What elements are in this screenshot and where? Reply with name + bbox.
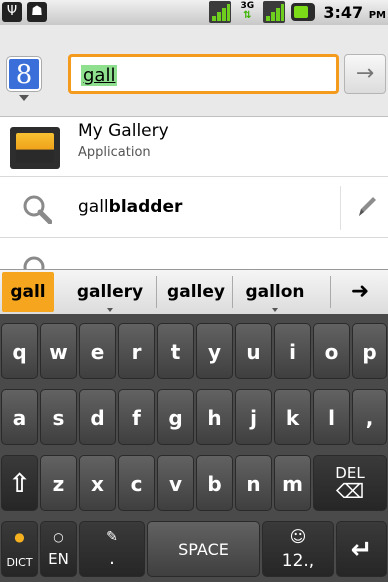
key-c[interactable]: c bbox=[118, 455, 155, 511]
enter-icon: ↵ bbox=[350, 535, 373, 565]
key-r[interactable]: r bbox=[118, 323, 155, 379]
candidate-gall[interactable]: gall bbox=[2, 272, 54, 312]
right-arrow-icon: ➜ bbox=[350, 279, 370, 304]
signal-icon bbox=[263, 1, 286, 23]
key-t[interactable]: t bbox=[157, 323, 194, 379]
magnifier-icon bbox=[23, 256, 45, 269]
key-n[interactable]: n bbox=[235, 455, 272, 511]
key-v[interactable]: v bbox=[157, 455, 194, 511]
key-b[interactable]: b bbox=[196, 455, 233, 511]
delete-key[interactable]: DEL ⌫ bbox=[313, 455, 387, 511]
dict-key[interactable]: ● DICT bbox=[1, 521, 38, 577]
search-input[interactable]: gall bbox=[68, 54, 339, 94]
status-bar: Ψ ☗ 3G ⇅ 3:47 PM bbox=[0, 0, 388, 25]
symbols-label: 12., bbox=[281, 551, 315, 571]
suggestion-app-my-gallery[interactable]: My Gallery Application bbox=[0, 117, 388, 177]
key-y[interactable]: y bbox=[196, 323, 233, 379]
signal-icon bbox=[209, 1, 232, 23]
shift-key[interactable]: ⇧ bbox=[1, 455, 38, 511]
divider bbox=[340, 186, 341, 230]
battery-icon bbox=[291, 3, 316, 21]
key-d[interactable]: d bbox=[79, 389, 116, 445]
gallery-app-icon bbox=[10, 127, 60, 169]
3g-data-icon: 3G ⇅ bbox=[240, 1, 255, 21]
go-button[interactable]: → bbox=[344, 54, 386, 94]
key-s[interactable]: s bbox=[40, 389, 77, 445]
settings-dot-icon: ○ bbox=[53, 530, 64, 544]
key-p[interactable]: p bbox=[352, 323, 387, 379]
google-search-engine-icon[interactable]: 8 bbox=[7, 57, 41, 91]
key-w[interactable]: w bbox=[40, 323, 77, 379]
candidate-galley[interactable]: galley bbox=[162, 272, 230, 312]
pencil-icon: ✎ bbox=[106, 529, 118, 545]
suggestion-query-partial[interactable] bbox=[0, 239, 388, 269]
suggestion-list: My Gallery Application gallbladder bbox=[0, 117, 388, 269]
key-g[interactable]: g bbox=[157, 389, 194, 445]
key-o[interactable]: o bbox=[313, 323, 350, 379]
chevron-down-icon[interactable] bbox=[19, 95, 29, 101]
usb-icon: Ψ bbox=[2, 2, 22, 22]
key-h[interactable]: h bbox=[196, 389, 233, 445]
key-m[interactable]: m bbox=[274, 455, 311, 511]
magnifier-icon bbox=[23, 195, 52, 224]
period-label: . bbox=[109, 548, 115, 569]
suggestion-subtitle: Application bbox=[78, 145, 151, 160]
key-j[interactable]: j bbox=[235, 389, 272, 445]
key-e[interactable]: e bbox=[79, 323, 116, 379]
language-key[interactable]: ○ EN bbox=[40, 521, 77, 577]
key-comma[interactable]: , bbox=[352, 389, 387, 445]
key-k[interactable]: k bbox=[274, 389, 311, 445]
more-candidates-button[interactable]: ➜ bbox=[332, 270, 388, 313]
key-q[interactable]: q bbox=[1, 323, 38, 379]
language-label: EN bbox=[48, 550, 69, 568]
dict-label: DICT bbox=[6, 556, 33, 569]
right-arrow-icon: → bbox=[355, 61, 375, 86]
delete-label: DEL bbox=[335, 464, 365, 482]
key-x[interactable]: x bbox=[79, 455, 116, 511]
candidate-gallery[interactable]: gallery bbox=[70, 272, 150, 312]
search-query-text[interactable]: gall bbox=[81, 65, 118, 86]
dot-icon: ● bbox=[14, 530, 25, 544]
clock: 3:47 PM bbox=[323, 2, 386, 22]
pencil-icon[interactable] bbox=[355, 194, 379, 220]
suggestion-query-text: gallbladder bbox=[78, 197, 183, 217]
android-icon: ☗ bbox=[27, 2, 47, 22]
backspace-icon: ⌫ bbox=[335, 479, 365, 503]
smiley-icon: ☺ bbox=[289, 527, 307, 546]
suggestion-title: My Gallery bbox=[78, 121, 169, 141]
key-l[interactable]: l bbox=[313, 389, 350, 445]
period-key[interactable]: ✎ . bbox=[79, 521, 145, 577]
symbols-key[interactable]: ☺ 12., bbox=[262, 521, 334, 577]
keyboard: q w e r t y u i o p a s d f g h j k l , … bbox=[0, 314, 388, 582]
key-f[interactable]: f bbox=[118, 389, 155, 445]
key-u[interactable]: u bbox=[235, 323, 272, 379]
search-header: 8 gall → bbox=[0, 25, 388, 117]
key-i[interactable]: i bbox=[274, 323, 311, 379]
space-key[interactable]: SPACE bbox=[147, 521, 260, 577]
shift-arrow-icon: ⇧ bbox=[8, 469, 31, 499]
suggestion-query-gallbladder[interactable]: gallbladder bbox=[0, 178, 388, 238]
candidate-bar: gall gallery galley gallon ➜ bbox=[0, 269, 388, 314]
key-a[interactable]: a bbox=[1, 389, 38, 445]
enter-key[interactable]: ↵ bbox=[336, 521, 387, 577]
key-z[interactable]: z bbox=[40, 455, 77, 511]
candidate-gallon[interactable]: gallon bbox=[238, 272, 312, 312]
